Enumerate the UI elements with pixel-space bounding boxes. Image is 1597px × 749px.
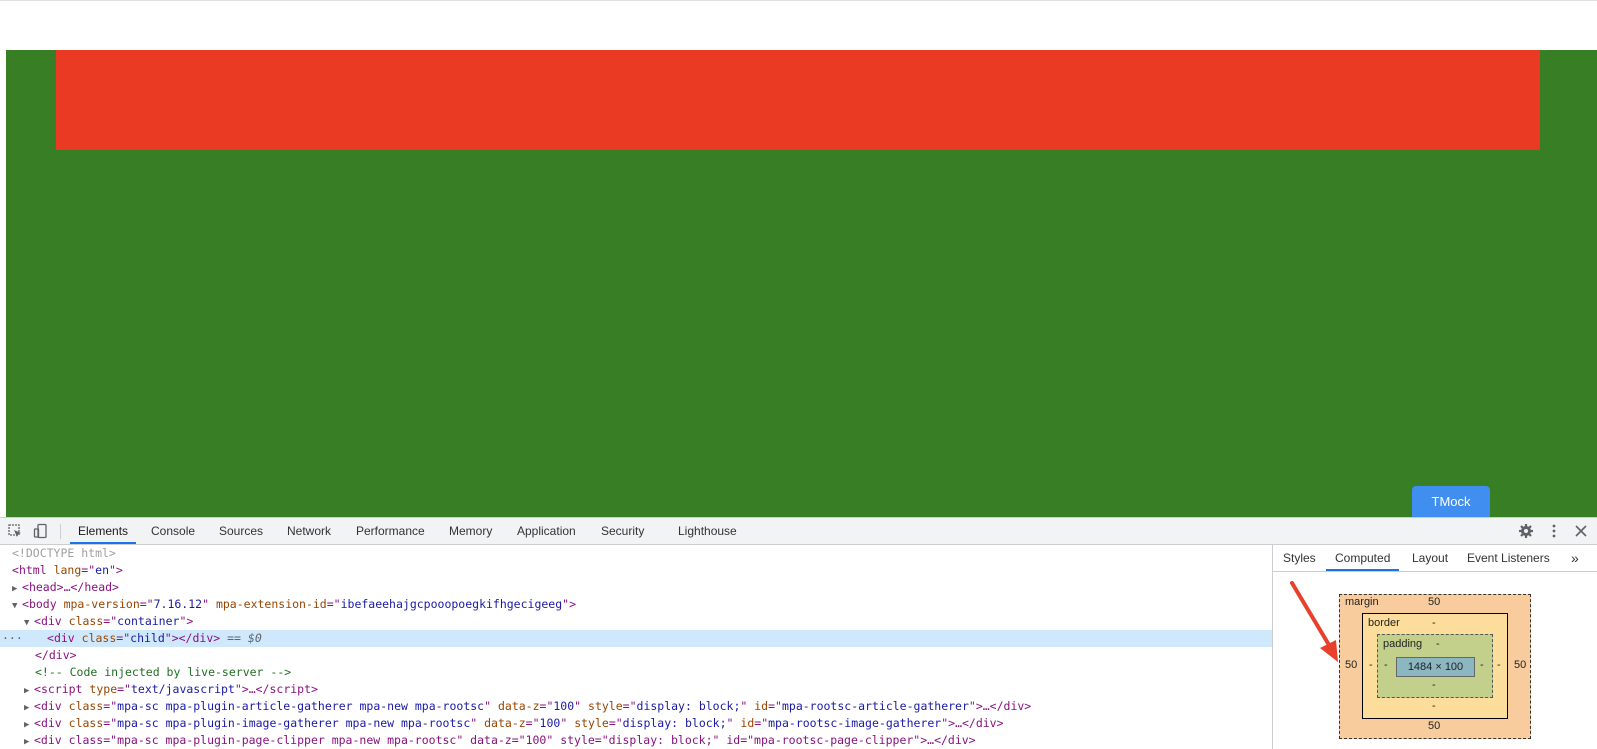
box-model-content[interactable]: 1484 × 100 [1396, 657, 1475, 677]
tab-performance[interactable]: Performance [356, 518, 425, 544]
comment-line[interactable]: <!-- Code injected by live-server --> [0, 664, 1272, 681]
devtools-panel: Elements Console Sources Network Perform… [0, 517, 1597, 749]
container-attr-value: container [117, 614, 180, 628]
border-left-value[interactable]: - [1369, 659, 1373, 671]
margin-top-value[interactable]: 50 [1428, 596, 1440, 608]
side-pane: Styles Computed Layout Event Listeners »… [1273, 545, 1597, 749]
more-tabs-icon[interactable]: » [1571, 545, 1579, 571]
border-right-value[interactable]: - [1497, 659, 1501, 671]
script-line[interactable]: ▶ <script type="text/javascript">…</scrip… [0, 681, 1272, 698]
container-close-line[interactable]: </div> [0, 647, 1272, 664]
margin-left-value[interactable]: 50 [1345, 659, 1357, 671]
gear-icon[interactable] [1518, 523, 1534, 539]
html-tag: html [18, 563, 47, 577]
close-icon[interactable] [1573, 523, 1589, 539]
body-line[interactable]: ▼ <body mpa-version="7.16.12" mpa-extensi… [0, 596, 1272, 613]
body-tag: body [28, 597, 57, 611]
tab-security[interactable]: Security [601, 518, 644, 544]
partial-row-text: <div class="mpa-sc mpa-plugin-page-clipp… [34, 733, 976, 747]
doctype-text: <!DOCTYPE html> [12, 546, 116, 560]
tmock-button[interactable]: TMock [1412, 486, 1490, 517]
page-top-area [0, 0, 1597, 50]
tab-console[interactable]: Console [151, 518, 195, 544]
script-close-tag: script [269, 682, 312, 696]
head-tag: head [28, 580, 57, 594]
mpa-z-value: 100 [539, 716, 561, 730]
tab-sources[interactable]: Sources [219, 518, 263, 544]
inspect-element-icon[interactable] [7, 523, 23, 539]
body-val-extension: ibefaeehajgcpooopoegkifhgecigeeg [340, 597, 563, 611]
tab-network[interactable]: Network [287, 518, 331, 544]
padding-right-value[interactable]: - [1480, 659, 1484, 671]
padding-top-value[interactable]: - [1436, 638, 1440, 650]
kebab-menu-icon[interactable] [1546, 523, 1562, 539]
margin-bottom-value[interactable]: 50 [1428, 720, 1440, 732]
dom-tree[interactable]: <!DOCTYPE html> <html lang="en"> ▶ <head>… [0, 545, 1273, 749]
script-attr: type [89, 682, 118, 696]
mpa-style-value: display: block; [622, 716, 727, 730]
close-div-tag: </div> [35, 648, 77, 662]
doctype-line[interactable]: <!DOCTYPE html> [0, 545, 1272, 562]
container-line[interactable]: ▼ <div class="container"> [0, 613, 1272, 630]
html-line[interactable]: <html lang="en"> [0, 562, 1272, 579]
tab-elements[interactable]: Elements [70, 518, 137, 544]
head-close-tag: head [84, 580, 113, 594]
padding-bottom-value[interactable]: - [1432, 679, 1436, 691]
head-line[interactable]: ▶ <head>…</head> [0, 579, 1272, 596]
toolbar-divider [60, 524, 61, 539]
device-toolbar-icon[interactable] [33, 523, 49, 539]
mpa-class-value: mpa-sc mpa-plugin-article-gatherer mpa-n… [117, 699, 485, 713]
tab-lighthouse[interactable]: Lighthouse [678, 518, 737, 544]
script-attr-value: text/javascript [130, 682, 235, 696]
tab-event-listeners[interactable]: Event Listeners [1467, 545, 1550, 571]
tab-styles[interactable]: Styles [1283, 545, 1316, 571]
child-tag: div [53, 631, 75, 645]
script-tag: script [40, 682, 83, 696]
child-line-selected[interactable]: ··· <div class="child"></div> == $0 [0, 630, 1272, 647]
mpa-id-value: mpa-rootsc-image-gatherer [768, 716, 942, 730]
html-attr: lang [53, 563, 82, 577]
body-attr-extension: mpa-extension-id [215, 597, 327, 611]
tab-computed[interactable]: Computed [1326, 545, 1400, 571]
child-attr: class [81, 631, 117, 645]
container-tag: div [40, 614, 62, 628]
border-bottom-value[interactable]: - [1432, 700, 1436, 712]
padding-left-value[interactable]: - [1384, 659, 1388, 671]
more-dots-icon[interactable]: ··· [2, 630, 23, 647]
mpa-clipper-line-partial[interactable]: ▶ <div class="mpa-sc mpa-plugin-page-clip… [0, 732, 1272, 749]
mpa-article-line[interactable]: ▶ <div class="mpa-sc mpa-plugin-article-g… [0, 698, 1272, 715]
mpa-image-line[interactable]: ▶ <div class="mpa-sc mpa-plugin-image-gat… [0, 715, 1272, 732]
mpa-style-value: display: block; [636, 699, 741, 713]
padding-label: padding [1383, 638, 1423, 650]
margin-label: margin [1345, 596, 1379, 608]
side-tabs: Styles Computed Layout Event Listeners » [1273, 545, 1597, 572]
border-label: border [1368, 617, 1400, 629]
expand-arrow-icon[interactable]: ▶ [24, 734, 34, 749]
body-val-version: 7.16.12 [153, 597, 203, 611]
live-server-comment: <!-- Code injected by live-server --> [35, 665, 292, 679]
child-attr-value: child [130, 631, 165, 645]
child-close-tag: div [192, 631, 214, 645]
margin-right-value[interactable]: 50 [1514, 659, 1526, 671]
child-div [56, 50, 1540, 150]
mpa-z-value: 100 [553, 699, 575, 713]
html-attr-value: en [95, 563, 109, 577]
mpa-id-value: mpa-rootsc-article-gatherer [781, 699, 969, 713]
tab-application[interactable]: Application [517, 518, 576, 544]
border-top-value[interactable]: - [1432, 617, 1436, 629]
container-div [6, 50, 1597, 517]
selected-marker: == $0 [227, 631, 262, 645]
devtools-toolbar: Elements Console Sources Network Perform… [0, 518, 1597, 545]
tab-layout[interactable]: Layout [1412, 545, 1448, 571]
body-attr-version: mpa-version [63, 597, 140, 611]
container-attr: class [68, 614, 104, 628]
mpa-class-value: mpa-sc mpa-plugin-image-gatherer mpa-new… [117, 716, 471, 730]
tab-memory[interactable]: Memory [449, 518, 492, 544]
